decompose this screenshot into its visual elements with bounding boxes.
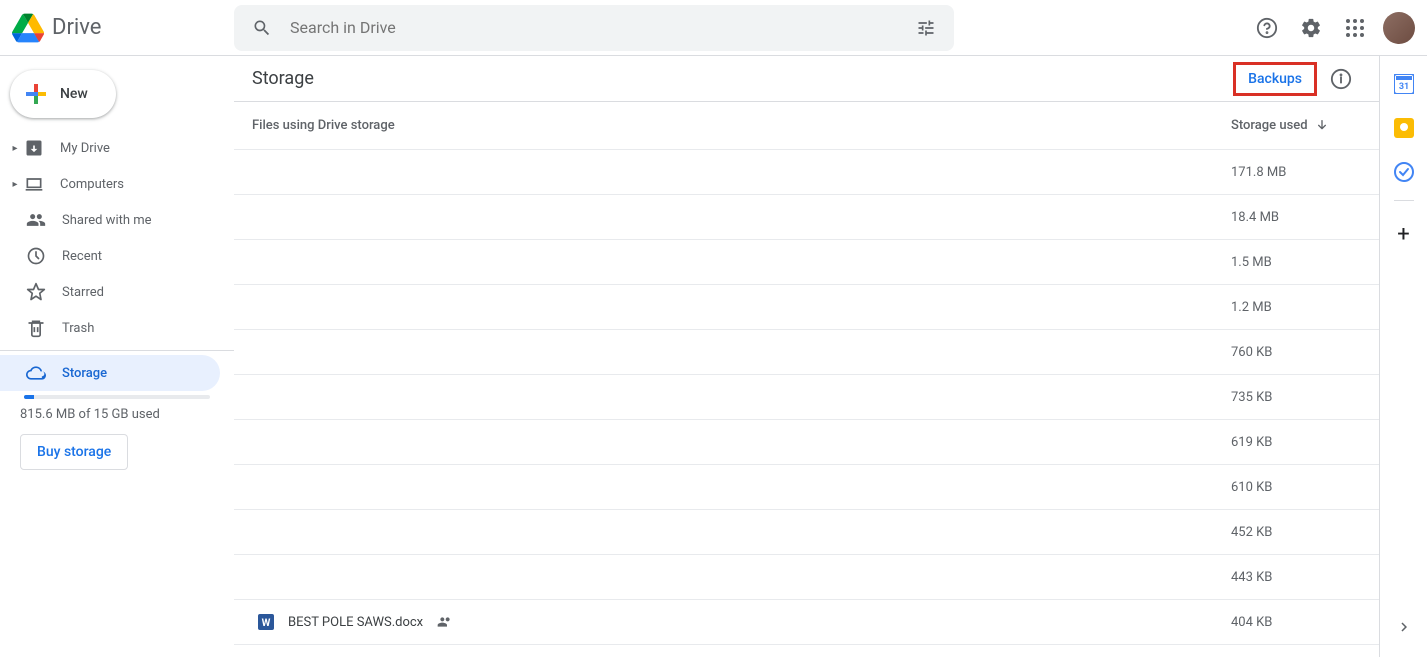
sidebar-item-computers[interactable]: ▸ Computers (0, 166, 220, 202)
search-icon[interactable] (242, 8, 282, 48)
column-headers: Files using Drive storage Storage used (234, 102, 1379, 150)
file-name: WBEST POLE SAWS.docx (252, 614, 1231, 630)
word-doc-icon: W (258, 614, 274, 630)
calendar-icon[interactable]: 31 (1394, 74, 1414, 94)
file-size: 619 KB (1231, 435, 1361, 450)
sidebar-item-label: Computers (60, 177, 124, 192)
file-row[interactable]: 452 KB (234, 510, 1379, 555)
svg-text:W: W (262, 618, 271, 629)
file-size: 760 KB (1231, 345, 1361, 360)
tasks-icon[interactable] (1394, 162, 1414, 182)
sidebar-item-recent[interactable]: Recent (0, 238, 220, 274)
file-size: 171.8 MB (1231, 165, 1361, 180)
file-row[interactable]: 171.8 MB (234, 150, 1379, 195)
nav-icon (24, 174, 44, 194)
drive-logo-icon (12, 12, 44, 44)
collapse-panel-icon[interactable] (1384, 607, 1424, 647)
file-row[interactable]: 1.5 MB (234, 240, 1379, 285)
file-list[interactable]: 171.8 MB 18.4 MB 1.5 MB 1.2 MB 760 KB 735 KB 6… (234, 150, 1379, 657)
column-files[interactable]: Files using Drive storage (252, 118, 1231, 133)
file-row[interactable]: 1.2 MB (234, 285, 1379, 330)
support-icon[interactable] (1247, 8, 1287, 48)
header: Drive (0, 0, 1427, 56)
settings-icon[interactable] (1291, 8, 1331, 48)
search-input[interactable] (282, 18, 906, 37)
expand-icon[interactable]: ▸ (8, 179, 22, 190)
sidebar-item-label: Recent (62, 249, 102, 264)
file-size: 735 KB (1231, 390, 1361, 405)
nav-icon (26, 210, 46, 230)
shared-icon (437, 614, 453, 630)
nav-icon (26, 246, 46, 266)
page-title: Storage (252, 68, 314, 89)
file-size: 443 KB (1231, 570, 1361, 585)
sidebar-item-shared-with-me[interactable]: Shared with me (0, 202, 220, 238)
apps-icon[interactable] (1335, 8, 1375, 48)
sidebar-item-label: Starred (62, 285, 104, 300)
file-row[interactable]: 610 KB (234, 465, 1379, 510)
column-storage[interactable]: Storage used (1231, 118, 1361, 134)
sidebar-item-starred[interactable]: Starred (0, 274, 220, 310)
cloud-icon (26, 363, 46, 383)
app-title: Drive (52, 15, 101, 40)
file-size: 610 KB (1231, 480, 1361, 495)
file-size: 1.2 MB (1231, 300, 1361, 315)
info-icon[interactable] (1321, 59, 1361, 99)
arrow-down-icon (1314, 118, 1330, 134)
main: Storage Backups Files using Drive storag… (234, 56, 1379, 657)
search-bar[interactable] (234, 5, 954, 51)
file-row[interactable]: 443 KB (234, 555, 1379, 600)
svg-text:31: 31 (1398, 82, 1408, 92)
file-size: 452 KB (1231, 525, 1361, 540)
side-panel: 31 + (1379, 56, 1427, 657)
divider (1394, 200, 1414, 201)
nav-icon (26, 282, 46, 302)
sidebar-item-my-drive[interactable]: ▸ My Drive (0, 130, 220, 166)
sidebar-item-label: Trash (62, 321, 94, 336)
new-button[interactable]: New (10, 70, 116, 118)
sidebar-divider (0, 350, 234, 351)
backups-button[interactable]: Backups (1233, 62, 1317, 96)
file-row[interactable]: 18.4 MB (234, 195, 1379, 240)
new-button-label: New (60, 86, 88, 102)
file-row[interactable]: 760 KB (234, 330, 1379, 375)
sidebar-item-storage[interactable]: Storage (0, 355, 220, 391)
nav-icon (26, 318, 46, 338)
file-row[interactable]: 735 KB (234, 375, 1379, 420)
logo-area[interactable]: Drive (12, 12, 234, 44)
file-row[interactable]: WBEST POLE SAWS.docx404 KB (234, 600, 1379, 645)
nav-icon (24, 138, 44, 158)
sidebar-item-label: My Drive (60, 141, 110, 156)
plus-icon (24, 82, 48, 106)
sidebar-item-label: Storage (62, 366, 107, 381)
account-avatar[interactable] (1383, 12, 1415, 44)
header-actions (1247, 8, 1419, 48)
sidebar: New ▸ My Drive ▸ Computers Shared with me Rec… (0, 56, 234, 657)
file-size: 1.5 MB (1231, 255, 1361, 270)
add-on-icon[interactable]: + (1394, 225, 1414, 245)
main-header: Storage Backups (234, 56, 1379, 102)
file-size: 404 KB (1231, 615, 1361, 630)
file-size: 18.4 MB (1231, 210, 1361, 225)
storage-text: 815.6 MB of 15 GB used (0, 399, 234, 434)
search-options-icon[interactable] (906, 8, 946, 48)
sidebar-item-trash[interactable]: Trash (0, 310, 220, 346)
sidebar-item-label: Shared with me (62, 213, 152, 228)
keep-icon[interactable] (1394, 118, 1414, 138)
file-row[interactable]: 619 KB (234, 420, 1379, 465)
buy-storage-button[interactable]: Buy storage (20, 434, 128, 470)
expand-icon[interactable]: ▸ (8, 143, 22, 154)
